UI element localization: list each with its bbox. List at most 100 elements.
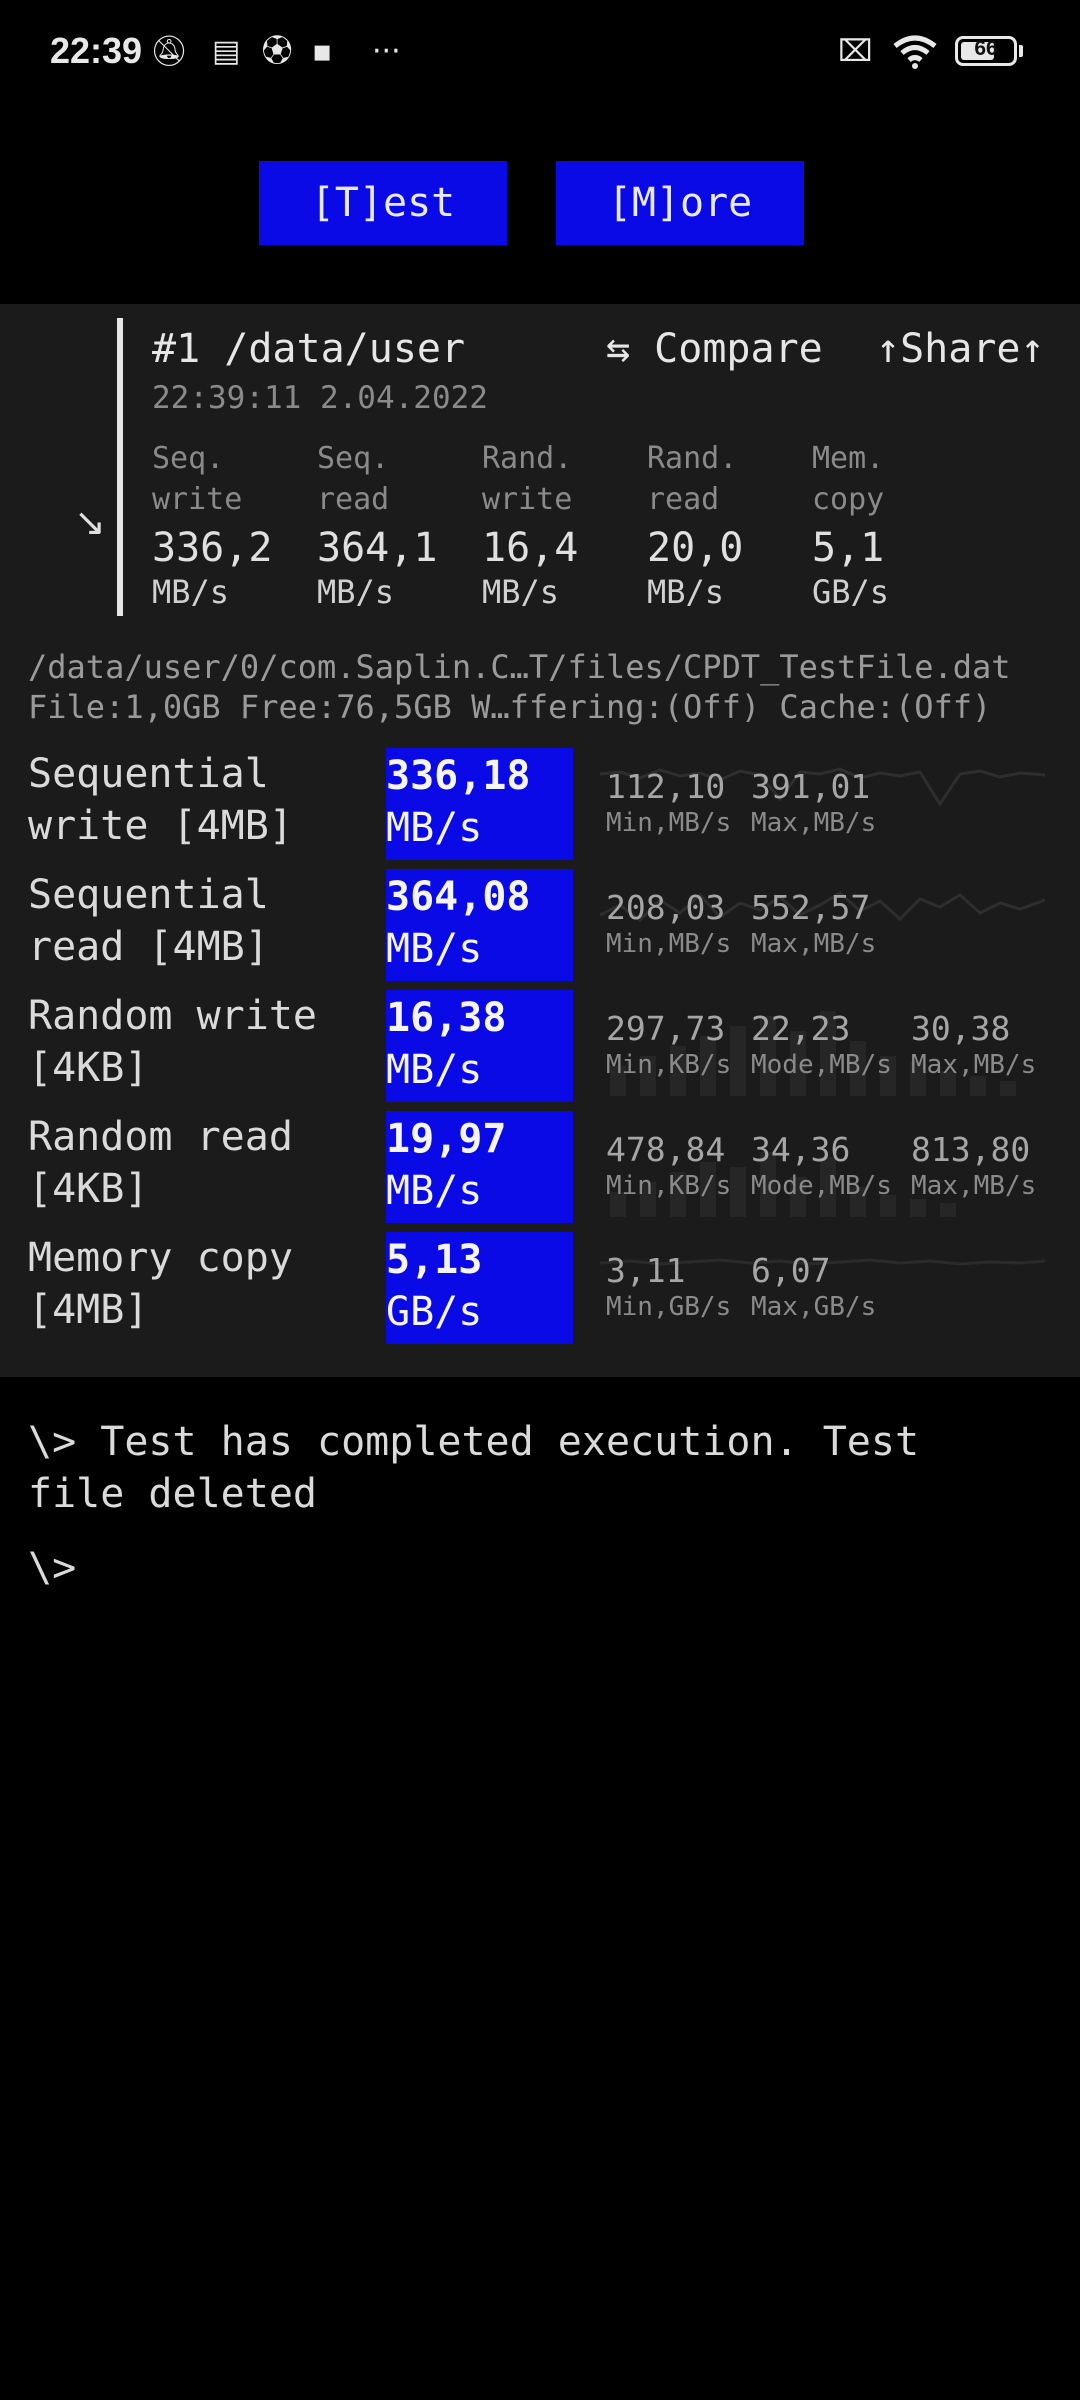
result-unit: GB/s: [386, 1289, 483, 1335]
stat-value: 478,84: [606, 1130, 726, 1169]
stat-value: 297,73: [606, 1009, 726, 1048]
result-unit: MB/s: [386, 1047, 483, 1093]
stat-min: 112,10 Min,MB/s: [606, 768, 731, 840]
stat-label: Mode,MB/s: [751, 1050, 892, 1080]
summary-unit: MB/s: [317, 573, 395, 611]
summary-label: copy: [812, 482, 885, 517]
result-label: Random read: [28, 1114, 293, 1160]
stat-value: 30,38: [911, 1009, 1011, 1048]
summary-rand-write: Rand. write 16,4 MB/s: [482, 438, 642, 612]
more-button[interactable]: [M]ore: [556, 161, 804, 245]
test-button[interactable]: [T]est: [259, 161, 507, 245]
result-value: 5,13: [386, 1237, 483, 1283]
summary-label: write: [482, 482, 573, 517]
share-button[interactable]: ↑Share↑: [876, 326, 1045, 372]
stat-max: 391,01 Max,MB/s: [751, 768, 876, 840]
summary-unit: MB/s: [152, 573, 230, 611]
result-unit: MB/s: [386, 805, 483, 851]
result-label: [4KB]: [28, 1045, 149, 1091]
stat-value: 22,23: [751, 1009, 851, 1048]
calendar-icon: ▤: [212, 34, 241, 69]
results-panel: ↘ #1 /data/user ⇆ Compare ↑Share↑ 22:39:…: [0, 304, 1080, 1377]
console-message: \> Test has completed execution. Test: [28, 1419, 920, 1465]
console-prompt[interactable]: \>: [28, 1542, 76, 1594]
result-row-seq-read: Sequential read [4MB] 364,08 MB/s 208,03…: [0, 869, 1080, 981]
result-label: Memory copy: [28, 1235, 293, 1281]
stat-value: 3,11: [606, 1251, 686, 1290]
stat-label: Min,GB/s: [606, 1292, 732, 1322]
stat-min: 297,73 Min,KB/s: [606, 1010, 731, 1082]
summary-value: 336,2: [152, 525, 273, 571]
stat-min: 478,84 Min,KB/s: [606, 1131, 731, 1203]
stat-mode: 34,36 Mode,MB/s: [751, 1131, 892, 1203]
status-bar: 22:39 🔕︎ ▤ ⚽︎ ▪ ··· ⌧ 66: [0, 0, 1080, 104]
more-dots-icon: ···: [372, 34, 401, 69]
stat-value: 6,07: [751, 1251, 831, 1290]
stat-max: 30,38 Max,MB/s: [911, 1010, 1036, 1082]
soccer-ball-icon: ⚽︎: [262, 34, 292, 69]
stat-label: Min,KB/s: [606, 1171, 732, 1201]
result-label: read [4MB]: [28, 924, 269, 970]
expand-arrow-icon[interactable]: ↘: [74, 500, 106, 544]
summary-value: 20,0: [647, 525, 744, 571]
result-value: 19,97: [386, 1116, 507, 1162]
result-row-seq-write: Sequential write [4MB] 336,18 MB/s 112,1…: [0, 748, 1080, 860]
stat-value: 391,01: [751, 767, 871, 806]
result-label: Sequential: [28, 751, 269, 797]
summary-label: Seq.: [152, 441, 225, 476]
summary-seq-write: Seq. write 336,2 MB/s: [152, 438, 312, 612]
summary-divider: [117, 318, 123, 616]
test-file-path: /data/user/0/com.Saplin.C…T/files/CPDT_T…: [28, 648, 1011, 686]
result-label: Random write: [28, 993, 317, 1039]
stat-label: Min,MB/s: [606, 808, 732, 838]
summary-label: Seq.: [317, 441, 390, 476]
summary-unit: MB/s: [482, 573, 560, 611]
summary-label: write: [152, 482, 243, 517]
stat-label: Max,GB/s: [751, 1292, 877, 1322]
stat-label: Max,MB/s: [751, 808, 877, 838]
stat-label: Min,MB/s: [606, 929, 732, 959]
summary-value: 364,1: [317, 525, 438, 571]
run-timestamp: 22:39:11 2.04.2022: [152, 380, 488, 416]
result-row-rand-write: Random write [4KB] 16,38 MB/s 297,73 Min…: [0, 990, 1080, 1102]
stat-label: Mode,MB/s: [751, 1171, 892, 1201]
stat-mode: 22,23 Mode,MB/s: [751, 1010, 892, 1082]
compare-button[interactable]: ⇆ Compare: [606, 326, 823, 372]
stat-label: Max,MB/s: [911, 1171, 1037, 1201]
result-value: 336,18: [386, 753, 531, 799]
battery-percent: 66: [974, 37, 998, 60]
test-file-details: File:1,0GB Free:76,5GB W…ffering:(Off) C…: [28, 688, 992, 726]
result-unit: MB/s: [386, 926, 483, 972]
result-row-mem-copy: Memory copy [4MB] 5,13 GB/s 3,11 Min,GB/…: [0, 1232, 1080, 1344]
stat-max: 813,80 Max,MB/s: [911, 1131, 1036, 1203]
summary-label: read: [317, 482, 390, 517]
stat-value: 112,10: [606, 767, 726, 806]
summary-label: Rand.: [647, 441, 738, 476]
stat-max: 6,07 Max,GB/s: [751, 1252, 876, 1324]
summary-unit: GB/s: [812, 573, 890, 611]
summary-label: read: [647, 482, 720, 517]
result-unit: MB/s: [386, 1168, 483, 1214]
stat-label: Max,MB/s: [751, 929, 877, 959]
summary-rand-read: Rand. read 20,0 MB/s: [647, 438, 807, 612]
summary-value: 5,1: [812, 525, 885, 571]
result-label: [4KB]: [28, 1166, 149, 1212]
stat-min: 208,03 Min,MB/s: [606, 889, 731, 961]
summary-value: 16,4: [482, 525, 579, 571]
battery-nub: [1019, 45, 1023, 57]
summary-mem-copy: Mem. copy 5,1 GB/s: [812, 438, 972, 612]
muted-bell-icon: 🔕︎: [150, 34, 189, 69]
wifi-icon: [893, 35, 937, 69]
stat-value: 813,80: [911, 1130, 1031, 1169]
no-sim-icon: ⌧: [838, 34, 873, 69]
stat-label: Max,MB/s: [911, 1050, 1037, 1080]
stat-value: 34,36: [751, 1130, 851, 1169]
result-row-rand-read: Random read [4KB] 19,97 MB/s 478,84 Min,…: [0, 1111, 1080, 1223]
summary-seq-read: Seq. read 364,1 MB/s: [317, 438, 477, 612]
stat-min: 3,11 Min,GB/s: [606, 1252, 731, 1324]
summary-label: Mem.: [812, 441, 885, 476]
stat-max: 552,57 Max,MB/s: [751, 889, 876, 961]
result-label: Sequential: [28, 872, 269, 918]
stat-label: Min,KB/s: [606, 1050, 732, 1080]
result-value: 364,08: [386, 874, 531, 920]
